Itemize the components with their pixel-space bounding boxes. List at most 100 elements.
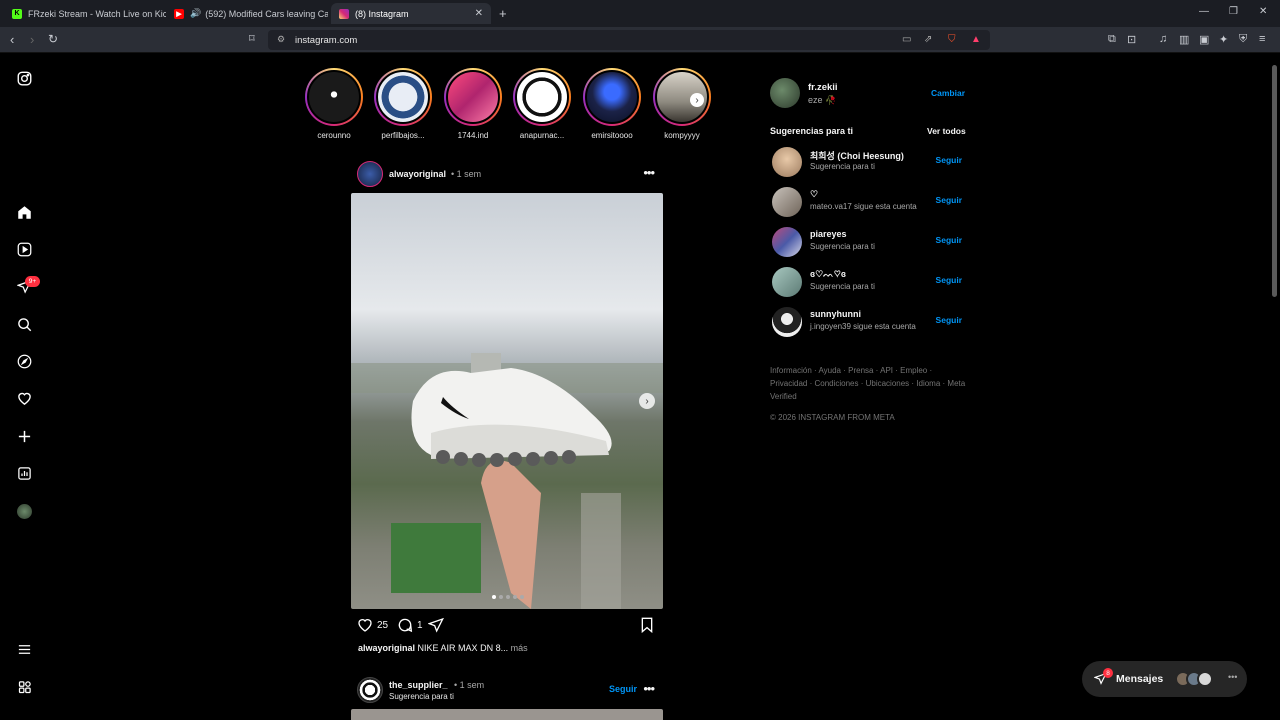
follow-button[interactable]: Seguir bbox=[936, 155, 962, 165]
comment-button[interactable]: 1 bbox=[397, 617, 423, 633]
heart-icon[interactable] bbox=[16, 390, 32, 406]
suggestion-reason: mateo.va17 sigue esta cuenta bbox=[810, 202, 917, 211]
menu-icon[interactable]: ≡ bbox=[1259, 33, 1265, 45]
brave-rewards-icon[interactable]: ▲ bbox=[971, 34, 981, 45]
suggestion-username[interactable]: 최희성 (Choi Heesung) bbox=[810, 149, 904, 162]
cast-icon[interactable]: ▭ bbox=[902, 34, 911, 45]
tab-title: FRzeki Stream - Watch Live on Kick bbox=[28, 8, 166, 19]
home-icon[interactable] bbox=[16, 204, 32, 220]
vpn-icon[interactable]: ⛨ bbox=[1239, 33, 1247, 46]
post-time: • 1 sem bbox=[454, 680, 485, 690]
scrollbar[interactable] bbox=[1271, 55, 1278, 720]
story-item[interactable]: 1744.ind bbox=[443, 68, 503, 140]
post-suggestion-label: Sugerencia para ti bbox=[389, 692, 454, 701]
new-tab-button[interactable]: + bbox=[499, 6, 507, 21]
carousel-indicator bbox=[492, 595, 524, 599]
follow-button[interactable]: Seguir bbox=[936, 275, 962, 285]
avatar[interactable] bbox=[770, 78, 800, 108]
story-item[interactable]: cerounno bbox=[304, 68, 364, 140]
suggestion-username[interactable]: ♡ bbox=[810, 189, 818, 200]
suggestion-reason: Sugerencia para ti bbox=[810, 242, 875, 251]
post-image[interactable] bbox=[351, 193, 663, 609]
screenshot-icon[interactable]: ⊡ bbox=[1127, 33, 1136, 46]
more-options-icon[interactable]: ••• bbox=[643, 165, 655, 180]
avatar[interactable] bbox=[772, 147, 802, 177]
tab-kick[interactable]: K FRzeki Stream - Watch Live on Kick bbox=[4, 3, 166, 24]
bookmark-icon[interactable]: ⌑ bbox=[249, 32, 255, 45]
share-icon[interactable]: ⇗ bbox=[924, 34, 932, 45]
send-icon bbox=[428, 617, 444, 633]
suggestion-username[interactable]: ɞ♡ᨓ♡ɞ bbox=[810, 269, 846, 280]
suggestion-username[interactable]: piareyes bbox=[810, 229, 847, 239]
music-icon[interactable]: ♫ bbox=[1159, 33, 1167, 45]
post-username[interactable]: the_supplier_ bbox=[389, 680, 448, 690]
post-image[interactable] bbox=[351, 709, 663, 720]
stories-next-button[interactable]: › bbox=[690, 93, 704, 107]
explore-icon[interactable] bbox=[16, 353, 32, 369]
dashboard-icon[interactable] bbox=[16, 465, 32, 481]
minimize-button[interactable]: — bbox=[1199, 6, 1209, 17]
post-avatar[interactable] bbox=[357, 677, 383, 703]
hamburger-menu-icon[interactable] bbox=[16, 641, 32, 657]
caption-username[interactable]: alwayoriginal bbox=[358, 643, 415, 653]
avatar[interactable] bbox=[772, 267, 802, 297]
wallet-icon[interactable]: ▣ bbox=[1199, 33, 1209, 46]
comment-icon bbox=[398, 618, 413, 633]
carousel-next-button[interactable]: › bbox=[639, 393, 655, 409]
close-window-button[interactable]: ✕ bbox=[1259, 6, 1267, 17]
close-tab-icon[interactable]: ✕ bbox=[475, 8, 483, 19]
forward-icon[interactable]: › bbox=[30, 32, 34, 47]
speaker-icon: 🔊 bbox=[190, 8, 202, 18]
footer-links[interactable]: Información · Ayuda · Prensa · API · Emp… bbox=[770, 364, 970, 403]
suggestion-username[interactable]: sunnyhunni bbox=[810, 309, 861, 319]
current-username[interactable]: fr.zekii bbox=[808, 82, 838, 93]
more-options-icon[interactable]: ••• bbox=[643, 681, 655, 696]
caption-text: NIKE AIR MAX DN 8... bbox=[417, 643, 509, 653]
search-icon[interactable] bbox=[16, 316, 32, 332]
avatar[interactable] bbox=[772, 187, 802, 217]
site-info-icon[interactable]: ⚙ bbox=[277, 34, 285, 45]
follow-button[interactable]: Seguir bbox=[936, 195, 962, 205]
caption-more-link[interactable]: más bbox=[511, 643, 528, 653]
url-field[interactable]: ⚙ instagram.com ▭ ⇗ ⛉ ▲ bbox=[268, 30, 990, 50]
post-time: • 1 sem bbox=[451, 169, 482, 179]
leo-ai-icon[interactable]: ✦ bbox=[1219, 33, 1228, 46]
post-username[interactable]: alwayoriginal bbox=[389, 169, 446, 179]
story-item[interactable]: perfilbajos... bbox=[373, 68, 433, 140]
story-name: 1744.ind bbox=[457, 131, 489, 140]
follow-button[interactable]: Seguir bbox=[936, 315, 962, 325]
profile-avatar[interactable] bbox=[16, 503, 32, 519]
follow-button[interactable]: Seguir bbox=[609, 684, 637, 694]
scrollbar-thumb[interactable] bbox=[1272, 65, 1277, 297]
messages-button[interactable]: 8 Mensajes ••• bbox=[1082, 661, 1247, 697]
post-avatar[interactable] bbox=[357, 161, 383, 187]
see-all-link[interactable]: Ver todos bbox=[927, 126, 966, 136]
heart-icon bbox=[358, 619, 372, 632]
story-name: kompyyyy bbox=[664, 131, 700, 140]
reload-icon[interactable]: ↻ bbox=[48, 32, 58, 46]
back-icon[interactable]: ‹ bbox=[10, 32, 14, 47]
avatar[interactable] bbox=[772, 307, 802, 337]
browser-tab-bar: K FRzeki Stream - Watch Live on Kick ▶ 🔊… bbox=[0, 0, 1280, 27]
also-from-meta-icon[interactable] bbox=[16, 679, 32, 695]
avatar[interactable] bbox=[772, 227, 802, 257]
instagram-logo-icon[interactable] bbox=[16, 70, 32, 86]
extensions-icon[interactable]: ⧉ bbox=[1108, 33, 1116, 46]
like-button[interactable]: 25 bbox=[357, 617, 388, 633]
switch-account-link[interactable]: Cambiar bbox=[931, 88, 965, 98]
sidebar-icon[interactable]: ▥ bbox=[1179, 33, 1189, 46]
story-item[interactable]: anapurnac... bbox=[512, 68, 572, 140]
story-name: emirsitoooo bbox=[591, 131, 633, 140]
create-icon[interactable] bbox=[16, 428, 32, 444]
save-button[interactable] bbox=[640, 617, 654, 633]
story-item[interactable]: kompyyyy bbox=[652, 68, 712, 140]
reels-icon[interactable] bbox=[16, 241, 32, 257]
follow-button[interactable]: Seguir bbox=[936, 235, 962, 245]
restore-button[interactable]: ❐ bbox=[1229, 6, 1238, 17]
tab-youtube[interactable]: ▶ 🔊 (592) Modified Cars leaving Car S bbox=[166, 3, 328, 24]
tab-instagram[interactable]: (8) Instagram ✕ bbox=[331, 3, 491, 24]
brave-shields-icon[interactable]: ⛉ bbox=[948, 34, 956, 45]
share-button[interactable] bbox=[428, 617, 444, 633]
story-item[interactable]: emirsitoooo bbox=[582, 68, 642, 140]
post-header: the_supplier_ • 1 sem Sugerencia para ti… bbox=[357, 677, 657, 703]
